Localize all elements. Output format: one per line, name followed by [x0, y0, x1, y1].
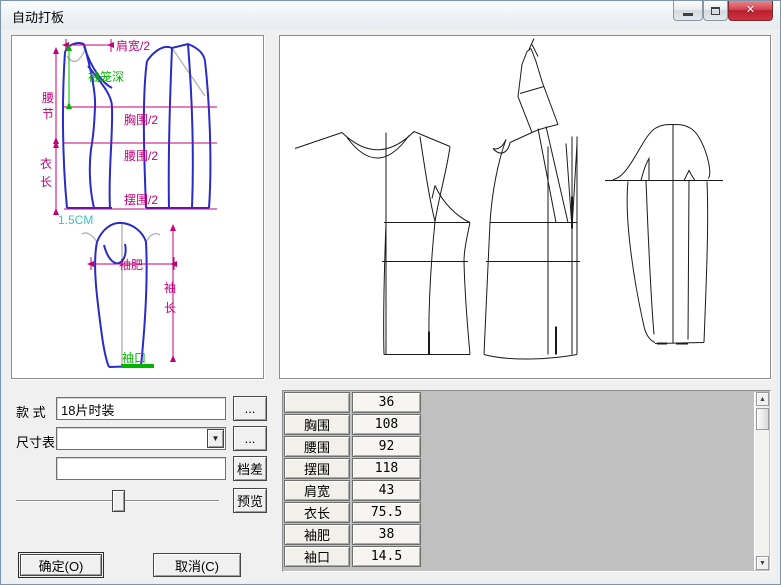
- hem-label: 摆围/2: [124, 193, 158, 207]
- bust-label: 胸围/2: [124, 112, 158, 127]
- measure-value-cell[interactable]: 118: [352, 458, 421, 479]
- schematic-canvas: 肩宽/2 袖笼深 腰 节 衣 长 胸围/2 腰围/2 摆围/2 1.5CM 袖肥…: [12, 36, 263, 378]
- waist-label: 腰围/2: [124, 149, 158, 163]
- grid-vertical-scrollbar[interactable]: ▲ ▼: [754, 392, 769, 570]
- sleeve-length-char1: 袖: [164, 280, 176, 295]
- size-table-browse-button[interactable]: ...: [233, 426, 267, 451]
- waist-node-char1: 腰: [42, 91, 54, 105]
- dimension-labels: 肩宽/2 袖笼深 腰 节 衣 长 胸围/2 腰围/2 摆围/2 1.5CM 袖肥…: [40, 38, 176, 365]
- style-value: 18片时装: [61, 403, 114, 418]
- measurement-grid: 36 胸围 108 腰围 92 摆围 118 肩宽 43 衣长 75.5 袖肥 …: [282, 390, 771, 572]
- measure-value-cell[interactable]: 92: [352, 436, 421, 457]
- window-title: 自动打板: [12, 7, 64, 26]
- measurement-schematic-panel: 肩宽/2 袖笼深 腰 节 衣 长 胸围/2 腰围/2 摆围/2 1.5CM 袖肥…: [11, 35, 264, 379]
- measure-value-cell[interactable]: 108: [352, 414, 421, 435]
- chevron-down-icon: ▼: [212, 434, 220, 443]
- pattern-preview-panel: [279, 35, 771, 379]
- cuff-label: 袖口: [122, 350, 146, 365]
- minimize-button[interactable]: [673, 1, 703, 21]
- pattern-pieces: [295, 39, 723, 360]
- measure-value-cell[interactable]: 36: [352, 392, 421, 413]
- note-label: 1.5CM: [58, 213, 93, 227]
- preview-button[interactable]: 预览: [233, 488, 267, 513]
- measure-value-cell[interactable]: 75.5: [352, 502, 421, 523]
- ok-button-label: 确定(O): [39, 556, 84, 575]
- length-char1: 衣: [40, 156, 52, 171]
- maximize-button[interactable]: [703, 1, 728, 21]
- style-input[interactable]: 18片时装: [56, 397, 226, 420]
- style-label: 款 式: [16, 402, 46, 421]
- measure-name-cell[interactable]: [284, 392, 350, 413]
- grade-input[interactable]: [56, 457, 226, 480]
- measure-name-cell[interactable]: 衣长: [284, 502, 350, 523]
- scroll-down-icon: ▼: [759, 560, 766, 567]
- length-char2: 长: [40, 175, 52, 189]
- close-icon: ✕: [746, 5, 755, 16]
- measure-value-cell[interactable]: 14.5: [352, 546, 421, 567]
- measure-name-cell[interactable]: 摆围: [284, 458, 350, 479]
- ok-button-frame: 确定(O): [18, 552, 104, 578]
- title-bar: 自动打板: [1, 1, 780, 29]
- cancel-button-label: 取消(C): [175, 556, 219, 575]
- close-button[interactable]: ✕: [728, 1, 773, 21]
- size-table-combobox[interactable]: ▼: [56, 427, 226, 450]
- style-browse-button[interactable]: ...: [233, 396, 267, 421]
- size-table-label: 尺寸表: [16, 432, 55, 451]
- size-table-browse-label: ...: [245, 431, 256, 446]
- scroll-down-button[interactable]: ▼: [756, 556, 769, 570]
- sleeve-length-char2: 长: [164, 301, 176, 315]
- shoulder-label: 肩宽/2: [116, 38, 150, 53]
- combo-dropdown-button[interactable]: ▼: [207, 429, 224, 448]
- grade-button-label: 档差: [237, 459, 263, 478]
- dialog-window: 自动打板 ✕: [0, 0, 781, 585]
- sleeve-width-label: 袖肥: [119, 257, 143, 272]
- measure-name-cell[interactable]: 袖肥: [284, 524, 350, 545]
- measure-name-cell[interactable]: 胸围: [284, 414, 350, 435]
- measure-value-cell[interactable]: 43: [352, 480, 421, 501]
- measure-name-cell[interactable]: 袖口: [284, 546, 350, 567]
- waist-node-char2: 节: [42, 107, 54, 121]
- ok-button[interactable]: 确定(O): [20, 554, 102, 576]
- preview-button-label: 预览: [237, 491, 263, 510]
- scroll-up-button[interactable]: ▲: [756, 392, 769, 406]
- scroll-up-icon: ▲: [759, 396, 766, 403]
- style-browse-label: ...: [245, 401, 256, 416]
- grade-button[interactable]: 档差: [233, 456, 267, 481]
- maximize-icon: [711, 7, 720, 15]
- armhole-depth-label: 袖笼深: [88, 69, 124, 84]
- measure-name-cell[interactable]: 肩宽: [284, 480, 350, 501]
- zoom-slider-thumb[interactable]: [112, 490, 125, 512]
- scrollbar-thumb[interactable]: [756, 408, 769, 430]
- measure-name-cell[interactable]: 腰围: [284, 436, 350, 457]
- pattern-canvas: [280, 36, 770, 378]
- measure-value-cell[interactable]: 38: [352, 524, 421, 545]
- cancel-button[interactable]: 取消(C): [153, 553, 241, 577]
- minimize-icon: [683, 13, 693, 16]
